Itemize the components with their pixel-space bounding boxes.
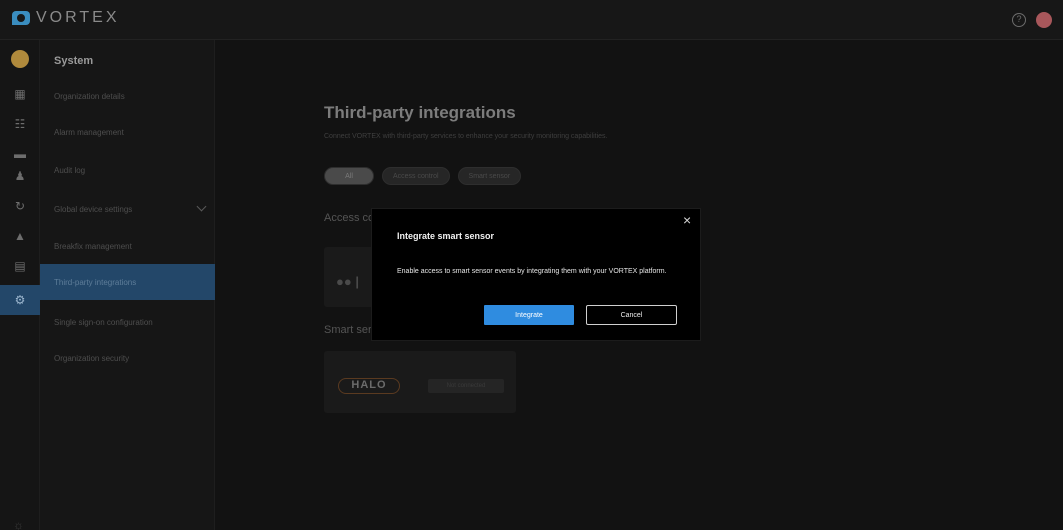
sidebar-item-single-sign-on[interactable]: Single sign-on configuration: [40, 304, 215, 340]
page-subtitle: Connect VORTEX with third-party services…: [324, 133, 608, 140]
sidebar-title: System: [54, 55, 94, 67]
alerts-icon[interactable]: ▲: [0, 225, 40, 247]
brand-name: VORTEX: [36, 9, 120, 26]
integrate-button[interactable]: Integrate: [484, 305, 574, 325]
gear-icon[interactable]: ⚙: [0, 285, 40, 315]
vortex-logo-icon: [12, 11, 30, 25]
integrate-modal: × Integrate smart sensor Enable access t…: [371, 208, 701, 341]
help-circle-icon[interactable]: ?: [1012, 13, 1026, 27]
sidebar-item-global-device-settings[interactable]: Global device settings: [40, 191, 215, 227]
sidebar-item-breakfix-management[interactable]: Breakfix management: [40, 228, 215, 264]
video-icon[interactable]: ▬: [0, 143, 40, 165]
icon-rail: ▦ ☷ ▬ ♟ ↻ ▲ ▤ ⚙ ☼: [0, 40, 40, 530]
brand-logo[interactable]: VORTEX: [12, 9, 120, 27]
close-icon[interactable]: ×: [683, 213, 691, 227]
devices-icon[interactable]: ☷: [0, 113, 40, 135]
top-bar: VORTEX ?: [0, 0, 1063, 40]
collapse-icon[interactable]: ☼: [13, 518, 24, 530]
cancel-button[interactable]: Cancel: [586, 305, 677, 325]
history-icon[interactable]: ↻: [0, 195, 40, 217]
section-smart-sensor-heading: Smart ser: [324, 324, 372, 336]
section-access-control-heading: Access co: [324, 212, 375, 224]
dashboard-icon[interactable]: ▦: [0, 83, 40, 105]
user-avatar[interactable]: [1036, 12, 1052, 28]
page-title: Third-party integrations: [324, 103, 516, 122]
filter-chip-all[interactable]: All: [324, 167, 374, 185]
filter-chip-smart-sensor[interactable]: Smart sensor: [457, 167, 522, 185]
filter-chips: All Access control Smart sensor: [324, 167, 522, 185]
settings-sidebar: System Organization details Alarm manage…: [40, 40, 215, 530]
modal-body: Enable access to smart sensor events by …: [397, 268, 667, 275]
halo-logo: HALO: [338, 378, 400, 394]
sidebar-item-organization-security[interactable]: Organization security: [40, 340, 215, 376]
modal-title: Integrate smart sensor: [397, 231, 495, 241]
sidebar-item-audit-log[interactable]: Audit log: [40, 152, 215, 188]
sidebar-item-organization-details[interactable]: Organization details: [40, 78, 215, 114]
halo-integration-card[interactable]: HALO Not connected: [324, 351, 516, 413]
archive-icon[interactable]: ▤: [0, 255, 40, 277]
integration-logo-icon: ●● |: [336, 274, 359, 289]
org-avatar[interactable]: [11, 50, 29, 68]
chevron-down-icon: [196, 201, 207, 212]
status-badge: Not connected: [428, 379, 504, 393]
sidebar-item-alarm-management[interactable]: Alarm management: [40, 114, 215, 150]
sidebar-item-third-party-integrations[interactable]: Third-party integrations: [40, 264, 215, 300]
filter-chip-access-control[interactable]: Access control: [382, 167, 450, 185]
person-icon[interactable]: ♟: [0, 165, 40, 187]
app-window: VORTEX ? ▦ ☷ ▬ ♟ ↻ ▲ ▤ ⚙ ☼ System Organi…: [0, 0, 1063, 530]
